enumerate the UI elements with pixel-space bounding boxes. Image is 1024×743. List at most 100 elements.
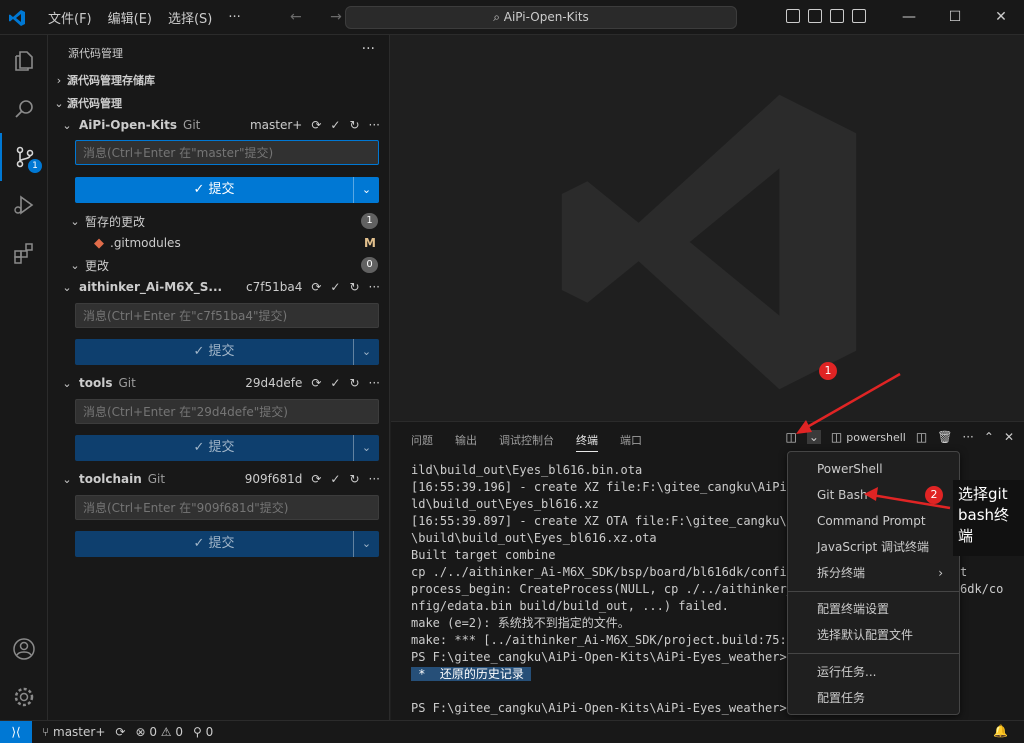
commit-button-disabled[interactable]: ✓ 提交 ⌄ xyxy=(75,339,379,365)
panel-actions: ◫ ⌄ ◫ powershell ◫ 🗑 ··· ⌃ ✕ xyxy=(786,430,1014,444)
remote-indicator-icon[interactable]: ⟩⟨ xyxy=(0,720,32,743)
refresh-icon[interactable]: ↻ xyxy=(349,280,359,294)
more-actions-icon[interactable]: ··· xyxy=(962,430,973,444)
tab-problems[interactable]: 问题 xyxy=(411,432,433,452)
terminal-line: ld\build_out\Eyes_bl616.xz xyxy=(411,497,599,511)
source-control-icon[interactable]: 1 xyxy=(0,133,48,181)
layout-controls xyxy=(786,9,866,23)
commit-hash-label[interactable]: 29d4defe xyxy=(245,376,302,390)
menu-item-configure-tasks[interactable]: 配置任务 xyxy=(788,686,959,710)
split-icon[interactable]: ◫ xyxy=(916,430,927,444)
status-branch[interactable]: ⑂ master+ xyxy=(42,725,105,739)
run-debug-icon[interactable] xyxy=(0,181,48,229)
terminal-output[interactable]: ild\build_out\Eyes_bl616.bin.ota [16:55:3… xyxy=(411,462,801,717)
repo-header-tools[interactable]: ⌄ tools Git 29d4defe ⟳ ✓ ↻ ··· xyxy=(48,372,390,394)
terminal-name-label[interactable]: powershell xyxy=(846,431,906,444)
chevron-down-icon[interactable]: ⌄ xyxy=(353,339,379,365)
menu-item-select-default-profile[interactable]: 选择默认配置文件 xyxy=(788,623,959,647)
sidebar-title: 源代码管理 xyxy=(68,47,123,60)
toggle-secondary-sidebar-icon[interactable] xyxy=(830,9,844,23)
accounts-icon[interactable] xyxy=(0,625,48,673)
more-actions-icon[interactable]: ··· xyxy=(369,472,380,486)
explorer-icon[interactable] xyxy=(0,37,48,85)
changes-group[interactable]: ⌄ 更改 0 xyxy=(48,254,390,276)
menu-item-command-prompt[interactable]: Command Prompt xyxy=(788,509,959,533)
more-actions-icon[interactable]: ··· xyxy=(369,376,380,390)
tab-terminal[interactable]: 终端 xyxy=(576,432,598,452)
commit-check-icon[interactable]: ✓ xyxy=(330,118,340,132)
commit-button-disabled[interactable]: ✓ 提交 ⌄ xyxy=(75,531,379,557)
toggle-panel-icon[interactable] xyxy=(808,9,822,23)
commit-message-input[interactable] xyxy=(75,495,379,520)
sync-icon[interactable]: ⟳ xyxy=(311,280,321,294)
sync-icon[interactable]: ⟳ xyxy=(311,376,321,390)
commit-check-icon[interactable]: ✓ xyxy=(330,280,340,294)
menu-file[interactable]: 文件(F) xyxy=(40,8,100,27)
notifications-bell-icon[interactable]: 🔔 xyxy=(993,724,1008,738)
chevron-down-icon[interactable]: ⌄ xyxy=(353,435,379,461)
settings-gear-icon[interactable] xyxy=(0,673,48,721)
menu-item-configure-terminal[interactable]: 配置终端设置 xyxy=(788,597,959,621)
menu-separator xyxy=(788,653,959,654)
refresh-icon[interactable]: ↻ xyxy=(349,472,359,486)
commit-button-disabled[interactable]: ✓ 提交 ⌄ xyxy=(75,435,379,461)
repo-header-aithinker-sdk[interactable]: ⌄ aithinker_Ai-M6X_S... c7f51ba4 ⟳ ✓ ↻ ·… xyxy=(48,276,390,298)
commit-check-icon[interactable]: ✓ xyxy=(330,376,340,390)
customize-layout-icon[interactable] xyxy=(852,9,866,23)
tab-output[interactable]: 输出 xyxy=(455,432,477,452)
status-sync-icon[interactable]: ⟳ xyxy=(115,725,125,739)
tab-ports[interactable]: 端口 xyxy=(620,432,642,452)
menu-item-run-task[interactable]: 运行任务... xyxy=(788,660,959,684)
maximize-button[interactable]: ☐ xyxy=(932,0,978,35)
sync-icon[interactable]: ⟳ xyxy=(311,118,321,132)
extensions-icon[interactable] xyxy=(0,229,48,277)
menu-item-js-debug-terminal[interactable]: JavaScript 调试终端 xyxy=(788,535,959,559)
repo-actions: master+ ⟳ ✓ ↻ ··· xyxy=(250,114,380,136)
section-repositories[interactable]: › 源代码管理存储库 xyxy=(48,69,390,91)
trash-icon[interactable]: 🗑 xyxy=(937,430,952,444)
menu-item-powershell[interactable]: PowerShell xyxy=(788,457,959,481)
menu-edit[interactable]: 编辑(E) xyxy=(100,8,160,27)
more-actions-icon[interactable]: ··· xyxy=(369,280,380,294)
refresh-icon[interactable]: ↻ xyxy=(349,376,359,390)
launch-profile-chevron-icon[interactable]: ⌄ xyxy=(806,430,821,444)
commit-hash-label[interactable]: c7f51ba4 xyxy=(246,280,302,294)
branch-label[interactable]: master+ xyxy=(250,118,302,132)
menu-item-split-terminal[interactable]: 拆分终端 › xyxy=(788,561,959,585)
commit-hash-label[interactable]: 909f681d xyxy=(245,472,303,486)
commit-message-input[interactable] xyxy=(75,140,379,165)
menu-selection[interactable]: 选择(S) xyxy=(160,8,220,27)
terminal-line: [16:55:39.897] - create XZ OTA file:F:\g… xyxy=(411,514,802,528)
split-terminal-icon[interactable]: ◫ xyxy=(786,430,797,444)
refresh-icon[interactable]: ↻ xyxy=(349,118,359,132)
status-problems[interactable]: ⊗ 0 ⚠ 0 xyxy=(135,725,183,739)
commit-message-input[interactable] xyxy=(75,399,379,424)
menu-more[interactable]: ··· xyxy=(220,10,248,25)
commit-button[interactable]: ✓ 提交 ⌄ xyxy=(75,177,379,203)
terminal-instance-icon: ◫ xyxy=(830,430,843,444)
status-bar: ⟩⟨ ⑂ master+ ⟳ ⊗ 0 ⚠ 0 ⚲ 0 🔔 xyxy=(0,720,1024,743)
chevron-down-icon: ⌄ xyxy=(70,258,80,272)
chevron-down-icon[interactable]: ⌄ xyxy=(353,531,379,557)
staged-file-item[interactable]: ◆ .gitmodules M xyxy=(48,232,390,254)
more-actions-icon[interactable]: ··· xyxy=(369,118,380,132)
close-window-button[interactable]: ✕ xyxy=(978,0,1024,35)
maximize-panel-icon[interactable]: ⌃ xyxy=(984,430,994,444)
annotation-number-2: 2 xyxy=(925,486,943,504)
commit-check-icon[interactable]: ✓ xyxy=(330,472,340,486)
tab-debug-console[interactable]: 调试控制台 xyxy=(499,432,554,452)
commit-message-input[interactable] xyxy=(75,303,379,328)
chevron-down-icon[interactable]: ⌄ xyxy=(353,177,379,203)
search-icon[interactable] xyxy=(0,85,48,133)
repo-header-toolchain[interactable]: ⌄ toolchain Git 909f681d ⟳ ✓ ↻ ··· xyxy=(48,468,390,490)
command-center-search[interactable]: ⌕ AiPi-Open-Kits xyxy=(345,6,737,29)
sync-icon[interactable]: ⟳ xyxy=(311,472,321,486)
section-source-control[interactable]: ⌄ 源代码管理 xyxy=(48,92,390,114)
toggle-sidebar-icon[interactable] xyxy=(786,9,800,23)
minimize-button[interactable]: — xyxy=(886,0,932,35)
staged-changes-group[interactable]: ⌄ 暂存的更改 1 xyxy=(48,210,390,232)
close-panel-icon[interactable]: ✕ xyxy=(1004,430,1014,444)
sidebar-more-icon[interactable]: ··· xyxy=(362,41,375,57)
status-ports[interactable]: ⚲ 0 xyxy=(193,725,213,739)
repo-header-aipi-open-kits[interactable]: ⌄ AiPi-Open-Kits Git master+ ⟳ ✓ ↻ ··· xyxy=(48,114,390,136)
